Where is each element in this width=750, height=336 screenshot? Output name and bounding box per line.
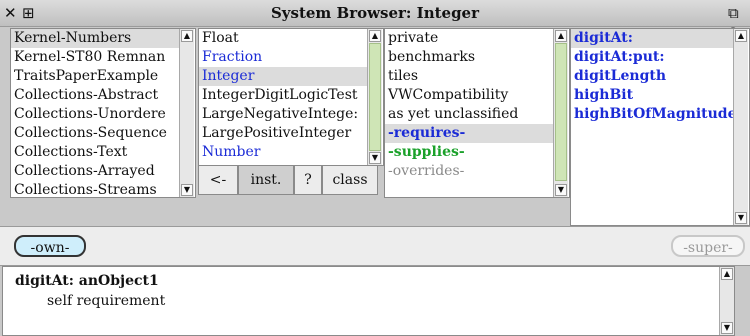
title-bar[interactable]: ✕ ⊞ System Browser: Integer ⧉ c xyxy=(0,0,750,40)
code-scrollbar[interactable]: ▲ ▼ xyxy=(719,267,734,335)
category-list-item[interactable]: VWCompatibility xyxy=(385,86,553,105)
package-list[interactable]: Kernel-Numbers Kernel-ST80 Remnan TraitsPa… xyxy=(11,29,179,197)
own-button[interactable]: -own- xyxy=(14,235,86,257)
package-list-pane[interactable]: Kernel-Numbers Kernel-ST80 Remnan TraitsPa… xyxy=(10,28,196,198)
class-list-pane[interactable]: Float Fraction Integer IntegerDigitLogicTes… xyxy=(198,28,384,166)
category-scrollbar[interactable]: ▲ ▼ xyxy=(553,29,568,197)
class-list-item[interactable]: LargeNegativeIntege: xyxy=(199,105,367,124)
package-list-item[interactable]: Kernel-Numbers xyxy=(11,29,179,48)
category-list-item[interactable]: -supplies- xyxy=(385,143,553,162)
scroll-up-icon[interactable]: ▲ xyxy=(735,30,747,42)
package-list-item[interactable]: Collections-Arrayed xyxy=(11,162,179,181)
class-scrollbar[interactable]: ▲ ▼ xyxy=(367,29,382,165)
scroll-down-icon[interactable]: ▼ xyxy=(555,184,567,196)
scroll-down-icon[interactable]: ▼ xyxy=(369,152,381,164)
category-list-pane[interactable]: private benchmarks tiles VWCompatibility as … xyxy=(384,28,570,198)
class-list[interactable]: Float Fraction Integer IntegerDigitLogicTes… xyxy=(199,29,367,162)
scroll-up-icon[interactable]: ▲ xyxy=(721,268,733,280)
category-list-item[interactable]: private xyxy=(385,29,553,48)
help-button[interactable]: ? xyxy=(294,165,322,195)
package-scrollbar[interactable]: ▲ ▼ xyxy=(179,29,194,197)
category-list[interactable]: private benchmarks tiles VWCompatibility as … xyxy=(385,29,553,181)
mode-bar: -own- -super- xyxy=(0,226,750,266)
back-button[interactable]: <- xyxy=(198,165,238,195)
method-list-pane[interactable]: digitAt: digitAt:put: digitLength highBit hi… xyxy=(570,28,750,226)
class-side-switch: <- inst. ? class xyxy=(198,165,378,195)
scroll-thumb[interactable] xyxy=(555,43,567,181)
method-list-item[interactable]: digitLength xyxy=(571,67,733,86)
package-list-item[interactable]: Collections-Unordere xyxy=(11,105,179,124)
class-side-button[interactable]: class xyxy=(322,165,378,195)
scroll-thumb[interactable] xyxy=(369,43,381,151)
package-list-item[interactable]: Collections-Text xyxy=(11,143,179,162)
instance-side-button[interactable]: inst. xyxy=(238,165,294,195)
package-list-item[interactable]: Kernel-ST80 Remnan xyxy=(11,48,179,67)
package-list-item[interactable]: Collections-Sequence xyxy=(11,124,179,143)
scroll-up-icon[interactable]: ▲ xyxy=(369,30,381,42)
class-list-item[interactable]: Fraction xyxy=(199,48,367,67)
class-list-item[interactable]: Float xyxy=(199,29,367,48)
category-list-item[interactable]: as yet unclassified xyxy=(385,105,553,124)
method-list-item[interactable]: highBit xyxy=(571,86,733,105)
category-list-item[interactable]: -requires- xyxy=(385,124,553,143)
scroll-down-icon[interactable]: ▼ xyxy=(181,184,193,196)
method-scrollbar[interactable]: ▲ ▼ xyxy=(733,29,748,225)
window-title: System Browser: Integer xyxy=(270,4,480,22)
system-browser-window: ✕ ⊞ System Browser: Integer ⧉ c Kernel-N… xyxy=(0,0,750,336)
scroll-down-icon[interactable]: ▼ xyxy=(735,212,747,224)
category-list-item[interactable]: benchmarks xyxy=(385,48,553,67)
package-list-item[interactable]: Collections-Abstract xyxy=(11,86,179,105)
class-list-item[interactable]: Integer xyxy=(199,67,367,86)
class-list-item[interactable]: LargePositiveInteger xyxy=(199,124,367,143)
package-list-item[interactable]: Collections-Streams xyxy=(11,181,179,197)
category-list-item[interactable]: tiles xyxy=(385,67,553,86)
method-list-item[interactable]: highBitOfMagnitude xyxy=(571,105,737,124)
super-button[interactable]: -super- xyxy=(671,235,745,257)
scroll-up-icon[interactable]: ▲ xyxy=(555,30,567,42)
code-pane[interactable]: digitAt: anObject1 self requirement ▲ ▼ xyxy=(2,266,735,336)
class-list-item[interactable]: IntegerDigitLogicTest xyxy=(199,86,367,105)
category-list-item[interactable]: -overrides- xyxy=(385,162,553,181)
method-list-item[interactable]: digitAt: xyxy=(571,29,733,48)
scroll-down-icon[interactable]: ▼ xyxy=(721,322,733,334)
method-list[interactable]: digitAt: digitAt:put: digitLength highBit hi… xyxy=(571,29,737,124)
method-signature[interactable]: digitAt: anObject1 xyxy=(15,273,159,289)
package-list-item[interactable]: TraitsPaperExample xyxy=(11,67,179,86)
class-list-item[interactable]: Number xyxy=(199,143,367,162)
method-list-item[interactable]: digitAt:put: xyxy=(571,48,733,67)
scroll-up-icon[interactable]: ▲ xyxy=(181,30,193,42)
method-body[interactable]: self requirement xyxy=(47,293,165,309)
